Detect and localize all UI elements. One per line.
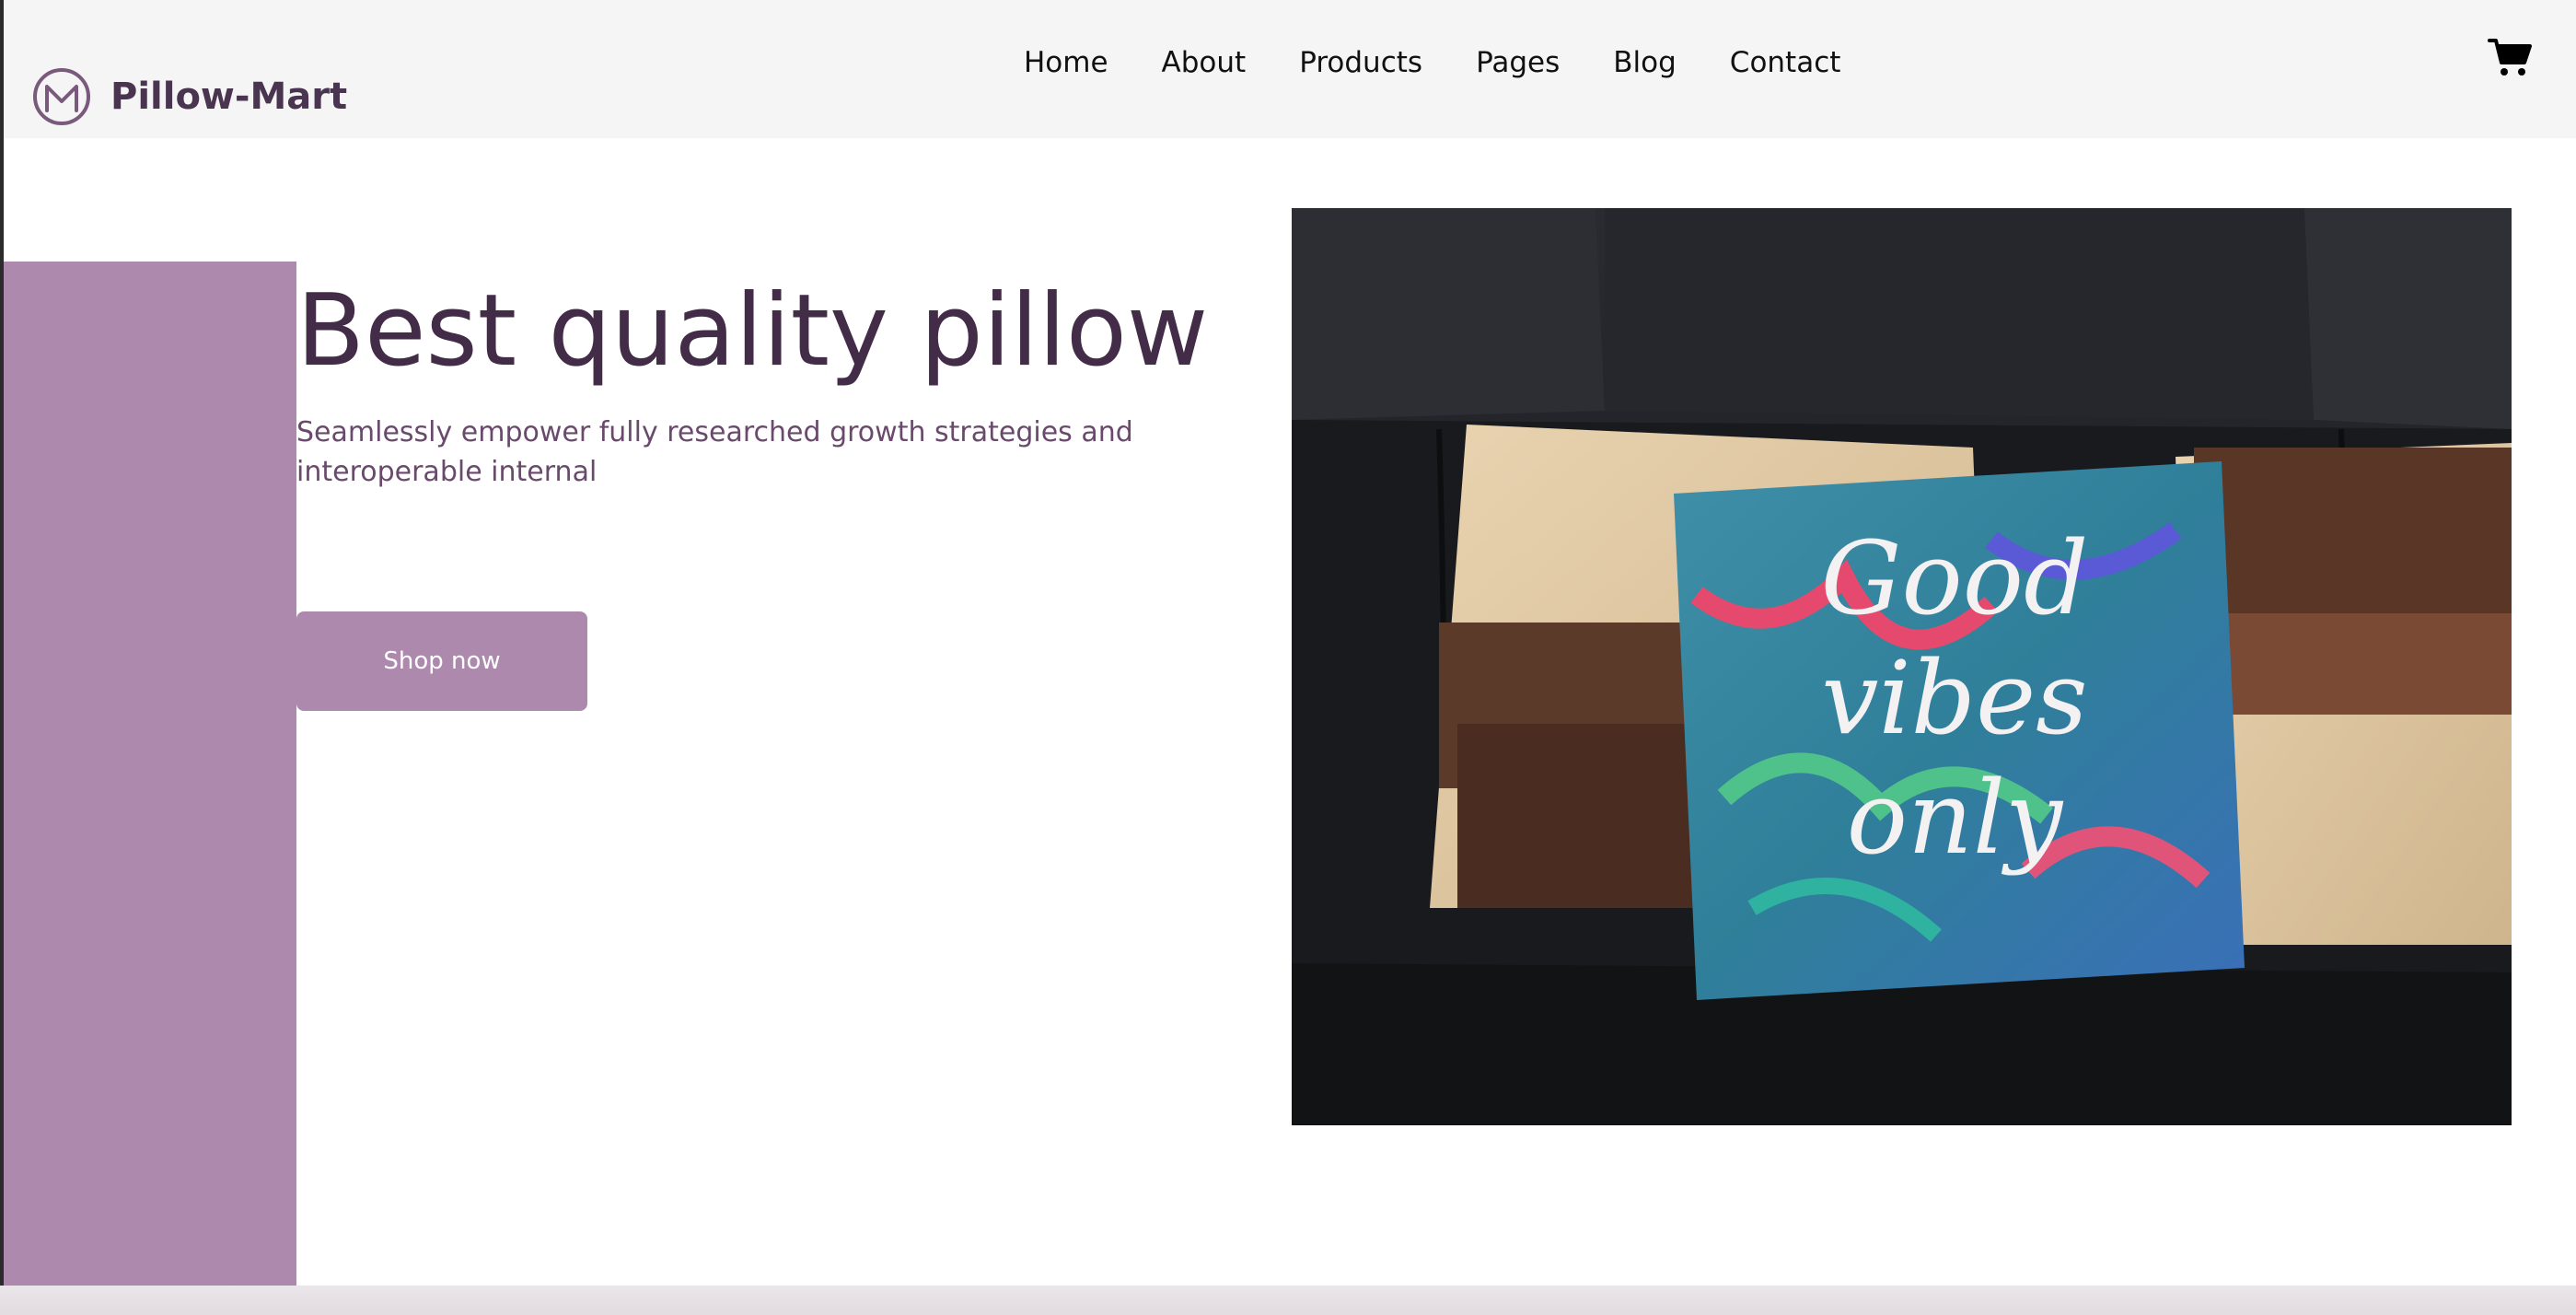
cart-button[interactable] [2488,37,2532,77]
accent-side-band [4,262,296,1286]
nav-pages[interactable]: Pages [1476,46,1560,79]
svg-text:vibes: vibes [1821,639,2087,757]
navbar: Pillow-Mart Home About Products Pages Bl… [4,0,2576,138]
m-circle-logo-icon [33,68,90,125]
pillow-print-text: Good [1821,519,2089,637]
main-nav: Home About Products Pages Blog Contact [1024,41,1840,85]
nav-home[interactable]: Home [1024,46,1108,79]
nav-about[interactable]: About [1162,46,1247,79]
shop-now-button[interactable]: Shop now [296,611,587,711]
svg-text:only: only [1847,759,2064,877]
shopping-cart-icon [2488,39,2532,76]
brand-name: Pillow-Mart [110,76,348,118]
hero-subtitle: Seamlessly empower fully researched grow… [296,416,1133,488]
nav-blog[interactable]: Blog [1613,46,1677,79]
nav-products[interactable]: Products [1299,46,1422,79]
brand-logo[interactable]: Pillow-Mart [31,64,347,129]
nav-contact[interactable]: Contact [1730,46,1841,79]
page-bottom-bar [0,1286,2576,1315]
hero-title: Best quality pillow [296,273,1209,389]
pillow-on-sofa-illustration: Good vibes only [1292,208,2512,1125]
hero-pillow-image: Good vibes only [1292,208,2512,1125]
